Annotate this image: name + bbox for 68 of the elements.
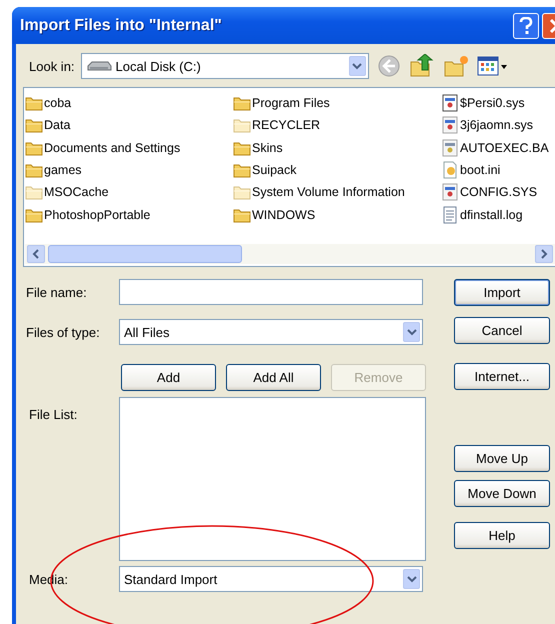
folder-icon [233,140,251,156]
settings-file-icon [441,161,459,180]
dialog-button[interactable]: Move Up [454,445,550,472]
file-item[interactable]: boot.ini [441,158,551,182]
files-of-type-dropdown[interactable]: All Files [119,319,423,345]
folder-icon [25,117,43,134]
scroll-right-icon[interactable] [535,245,553,263]
scroll-thumb[interactable] [48,245,242,263]
files-of-type-value: All Files [124,324,171,340]
up-folder-icon[interactable] [408,54,435,78]
file-item[interactable]: CONFIG.SYS [441,181,551,204]
file-item[interactable]: Data [25,114,233,137]
file-item[interactable]: System Volume Information [233,181,441,204]
system-file-icon [441,138,459,157]
list-button[interactable]: Add [121,364,216,391]
folder-icon [25,95,43,112]
scroll-left-icon[interactable] [27,245,45,263]
list-button[interactable]: Add All [226,364,321,391]
folder-icon [233,95,251,112]
media-dropdown[interactable]: Standard Import [119,566,423,592]
folder-icon [233,184,251,200]
folder-icon [233,162,251,178]
dialog-button[interactable]: Move Down [454,480,550,507]
file-item[interactable]: $Persi0.sys [441,92,551,114]
files-of-type-label: Files of type: [25,324,101,340]
dialog-button[interactable]: Cancel [454,317,550,344]
hard-drive-icon [86,59,112,73]
file-item[interactable]: 3j6jaomn.sys [441,114,551,137]
system-file-icon [441,183,459,202]
file-item[interactable]: coba [25,92,233,114]
folder-icon [25,140,43,156]
dialog-button[interactable]: Help [454,522,550,549]
look-in-dropdown[interactable]: Local Disk (C:) [80,53,369,79]
new-folder-icon[interactable] [442,54,469,78]
file-item[interactable]: games [25,158,233,182]
file-item[interactable]: AUTOEXEC.BA [441,136,551,159]
file-item[interactable]: PhotoshopPortable [25,203,233,226]
dialog-button[interactable]: Internet... [454,363,550,390]
file-list-box[interactable] [119,397,426,561]
system-file-icon [441,116,459,134]
system-file-icon [441,94,459,112]
file-name-field[interactable] [119,279,423,305]
file-item[interactable]: Documents and Settings [25,136,233,159]
file-item[interactable]: Program Files [233,92,441,114]
dialog-button[interactable]: Import [454,279,550,306]
window-title: Import Files into "Internal" [20,16,223,34]
question-mark-icon [519,16,533,34]
media-value: Standard Import [124,572,218,586]
folder-icon [25,162,43,178]
file-name-label: File name: [25,284,88,300]
folder-icon [25,206,43,223]
folder-icon [233,206,251,223]
folder-icon [25,184,43,200]
file-item[interactable]: RECYCLER [233,114,441,137]
file-item[interactable]: dfinstall.log [441,203,551,226]
help-button[interactable] [513,12,539,38]
file-item[interactable]: Skins [233,136,441,159]
look-in-label: Look in: [29,58,75,74]
file-list-label: File List: [28,407,78,422]
folder-icon [233,117,251,134]
text-file-icon [441,206,459,224]
file-item[interactable]: WINDOWS [233,203,441,226]
file-item[interactable]: MSOCache [25,181,233,204]
file-item[interactable]: Suipack [233,158,441,182]
look-in-value: Local Disk (C:) [116,58,202,74]
back-icon[interactable] [376,54,401,78]
horizontal-scrollbar[interactable] [25,244,555,264]
view-menu-icon[interactable] [476,54,509,78]
